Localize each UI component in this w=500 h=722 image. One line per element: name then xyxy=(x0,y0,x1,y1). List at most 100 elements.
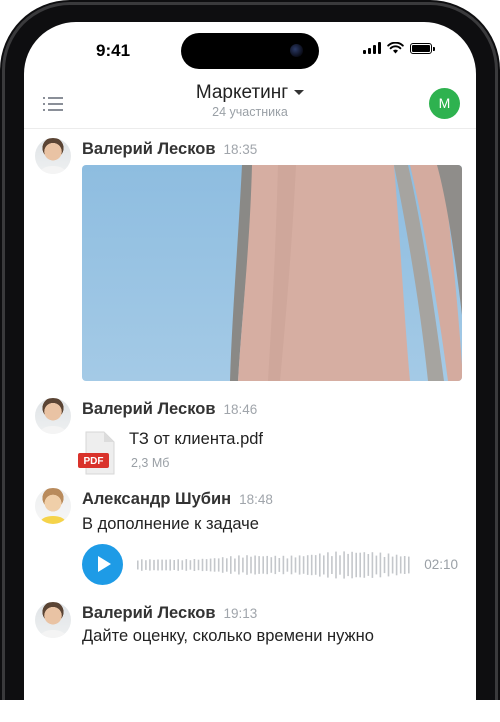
waveform-bar xyxy=(355,552,357,578)
waveform-bar xyxy=(230,556,232,574)
waveform-bar xyxy=(403,556,406,574)
waveform-bar xyxy=(383,557,386,574)
waveform-bar xyxy=(399,556,402,574)
user-avatar[interactable]: М xyxy=(429,88,460,119)
waveform-bar xyxy=(193,559,196,571)
waveform-bar xyxy=(205,559,208,571)
waveform-bar xyxy=(335,551,337,579)
waveform-bar xyxy=(209,558,212,572)
waveform-bar xyxy=(226,558,228,572)
chevron-down-icon xyxy=(294,89,305,95)
phone-frame: 9:41 Маркетинг 24 участника М Валерий Ле… xyxy=(0,0,500,722)
screen: 9:41 Маркетинг 24 участника М Валерий Ле… xyxy=(24,22,476,722)
waveform-bar xyxy=(262,556,264,574)
waveform-bar xyxy=(367,554,370,576)
waveform-bar xyxy=(185,559,188,571)
waveform-bar xyxy=(395,554,398,576)
message-author[interactable]: Александр Шубин 18:48 xyxy=(82,490,273,509)
camera-icon xyxy=(290,44,303,57)
waveform-bar xyxy=(153,559,155,571)
play-button[interactable] xyxy=(82,544,123,585)
waveform-bar xyxy=(201,558,204,572)
waveform-bar xyxy=(254,555,256,575)
waveform-bar xyxy=(331,556,333,574)
waveform-bar xyxy=(379,552,382,578)
waveform-bar xyxy=(327,552,329,578)
waveform-bar xyxy=(290,555,293,575)
waveform-bar xyxy=(391,556,394,574)
waveform-bar xyxy=(137,560,139,570)
waveform-bar xyxy=(149,559,151,571)
waveform-bar xyxy=(274,555,277,575)
waveform-bar xyxy=(246,555,248,575)
waveform-bar xyxy=(165,559,167,571)
waveform-bar xyxy=(319,553,321,577)
waveform-bar xyxy=(282,555,285,575)
dynamic-island xyxy=(181,33,319,69)
message-text: Дайте оценку, сколько времени нужно xyxy=(82,627,374,645)
chat-title: Маркетинг xyxy=(195,82,289,103)
waveform-bar xyxy=(161,559,163,571)
status-icons xyxy=(363,42,435,54)
waveform-bar xyxy=(145,560,147,570)
file-size: 2,3 Мб xyxy=(131,456,170,470)
waveform-bar xyxy=(169,559,171,571)
chat-title-group[interactable]: Маркетинг 24 участника xyxy=(24,82,476,119)
waveform-bar xyxy=(242,557,244,573)
waveform-bar xyxy=(314,555,317,575)
waveform-bar xyxy=(387,553,390,577)
message-time: 18:35 xyxy=(223,142,258,157)
voice-duration: 02:10 xyxy=(424,557,458,572)
file-badge: PDF xyxy=(84,456,104,467)
waveform-bar xyxy=(278,558,281,572)
battery-icon xyxy=(410,42,435,54)
waveform-bar xyxy=(343,551,345,579)
participants-count: 24 участника xyxy=(212,105,288,119)
file-name[interactable]: ТЗ от клиента.pdf xyxy=(129,430,263,449)
waveform-bar xyxy=(141,559,143,571)
waveform-bar xyxy=(286,558,289,572)
waveform-bar xyxy=(157,559,159,571)
image-attachment[interactable] xyxy=(82,165,462,381)
architecture-photo xyxy=(230,165,462,381)
message-author[interactable]: Валерий Лесков 19:13 xyxy=(82,604,257,623)
waveform-bar xyxy=(197,559,200,571)
waveform-bar xyxy=(173,560,175,570)
waveform-bar xyxy=(306,555,309,575)
waveform-bar xyxy=(270,557,273,573)
waveform-bar xyxy=(213,558,216,572)
message-time: 18:46 xyxy=(223,402,258,417)
status-bar: 9:41 xyxy=(24,22,476,78)
waveform-bar xyxy=(250,556,252,574)
waveform-bar xyxy=(258,556,260,574)
waveform-bar xyxy=(408,556,410,574)
message-author[interactable]: Валерий Лесков 18:46 xyxy=(82,400,257,419)
pdf-file-icon[interactable]: PDF xyxy=(78,431,118,475)
message-time: 19:13 xyxy=(223,606,258,621)
waveform-bar xyxy=(339,555,341,575)
wifi-icon xyxy=(387,42,404,54)
waveform-bar xyxy=(310,554,313,576)
cellular-signal-icon xyxy=(363,42,381,54)
avatar[interactable] xyxy=(35,138,71,174)
waveform-bar xyxy=(347,553,349,577)
message-time: 18:48 xyxy=(239,492,273,507)
waveform-bar xyxy=(181,560,184,570)
message-author[interactable]: Валерий Лесков 18:35 xyxy=(82,140,257,159)
voice-waveform[interactable] xyxy=(137,548,412,582)
waveform-bar xyxy=(371,552,374,578)
waveform-bar xyxy=(294,557,297,573)
waveform-bar xyxy=(351,551,353,579)
waveform-bar xyxy=(359,552,361,578)
avatar[interactable] xyxy=(35,488,71,524)
avatar[interactable] xyxy=(35,398,71,434)
status-time: 9:41 xyxy=(96,41,131,60)
waveform-bar xyxy=(302,556,305,574)
waveform-bar xyxy=(375,555,378,575)
waveform-bar xyxy=(221,557,224,573)
waveform-bar xyxy=(238,555,240,575)
waveform-bar xyxy=(298,555,301,575)
avatar[interactable] xyxy=(35,602,71,638)
waveform-bar xyxy=(217,558,220,572)
waveform-bar xyxy=(234,558,236,572)
